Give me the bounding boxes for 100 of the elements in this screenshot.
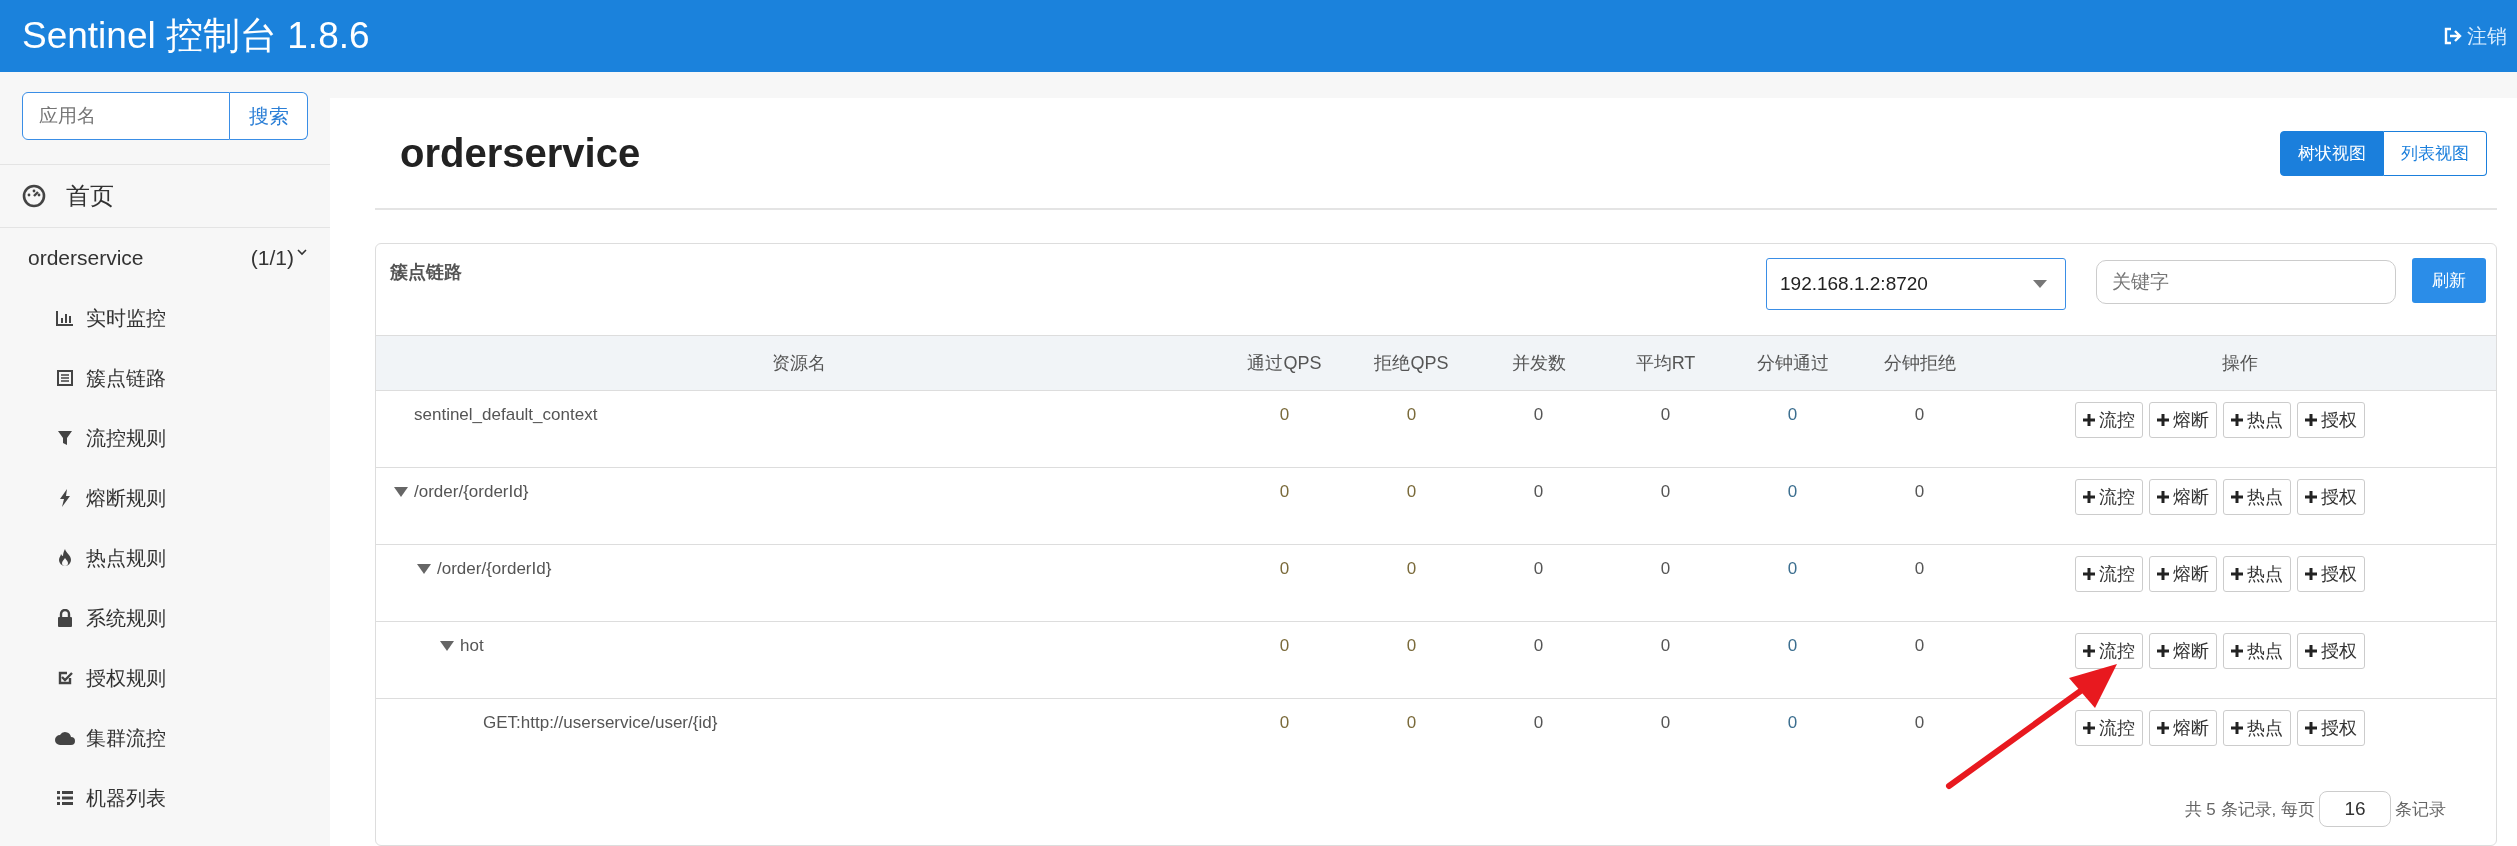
table-cell: 0 [1533,482,1544,501]
lightning-icon [59,489,71,507]
add-rule-button[interactable]: 热点 [2222,556,2291,592]
plus-icon [2082,491,2095,503]
table-cell: 0 [1279,405,1290,424]
add-rule-button[interactable]: 流控 [2074,633,2143,669]
table-cell: 0 [1406,713,1417,732]
column-header: 资源名 [376,335,1221,391]
table-cell: 0 [1660,636,1671,655]
sidebar-item[interactable]: 系统规则 [0,588,330,648]
table-cell: 0 [1914,636,1925,655]
plus-icon [2230,568,2243,580]
table-cell: 0 [1406,482,1417,501]
sidebar-item[interactable]: 集群流控 [0,708,330,768]
table-cell: 0 [1787,482,1798,501]
app-title: Sentinel 控制台 1.8.6 [22,14,370,58]
table-cell: 0 [1660,405,1671,424]
table-cell: 0 [1533,636,1544,655]
add-rule-button[interactable]: 热点 [2222,633,2291,669]
table-cell: 0 [1279,636,1290,655]
add-rule-button[interactable]: 流控 [2074,556,2143,592]
sidebar-item[interactable]: 机器列表 [0,768,330,828]
page-size-field[interactable]: 16 [2319,791,2391,827]
plus-icon [2156,645,2169,657]
checkbox-icon [57,670,73,686]
column-header: 操作 [1983,335,2496,391]
plus-icon [2156,568,2169,580]
table-cell: 0 [1279,559,1290,578]
tree-toggle-icon[interactable] [394,487,408,497]
keyword-field[interactable]: 关键字 [2096,260,2396,304]
list-icon [57,790,73,806]
column-header: 拒绝QPS [1348,335,1475,391]
machine-select[interactable]: 192.168.1.2:8720 [1766,258,2066,310]
column-header: 分钟拒绝 [1856,335,1983,391]
add-rule-button[interactable]: 授权 [2296,479,2365,515]
table-cell: 0 [1787,713,1798,732]
app-menu-item[interactable]: orderservice (1/1) [0,228,330,288]
table-cell: 0 [1660,482,1671,501]
table-cell: 0 [1406,636,1417,655]
table-cell: 0 [1406,559,1417,578]
add-rule-button[interactable]: 流控 [2074,479,2143,515]
add-rule-button[interactable]: 热点 [2222,402,2291,438]
table-cell: 0 [1533,559,1544,578]
view-toggle-button[interactable]: 列表视图 [2384,130,2487,176]
view-toggle-button[interactable]: 树状视图 [2280,130,2384,176]
column-header: 通过QPS [1221,335,1348,391]
plus-icon [2082,568,2095,580]
resource-name: /order/{orderId} [437,559,552,579]
table-cell: 0 [1787,405,1798,424]
add-rule-button[interactable]: 熔断 [2148,710,2217,746]
dashboard-icon [22,184,46,208]
resource-name: hot [460,636,484,656]
add-rule-button[interactable]: 热点 [2222,479,2291,515]
table-cell: 0 [1914,559,1925,578]
add-rule-button[interactable]: 授权 [2296,556,2365,592]
add-rule-button[interactable]: 热点 [2222,710,2291,746]
plus-icon [2156,722,2169,734]
resource-name: GET:http://userservice/user/{id} [483,713,718,733]
search-button[interactable]: 搜索 [230,92,308,140]
table-cell: 0 [1787,636,1798,655]
column-header: 分钟通过 [1729,335,1856,391]
bar-chart-icon [56,310,74,326]
plus-icon [2230,491,2243,503]
add-rule-button[interactable]: 授权 [2296,710,2365,746]
table-cell: 0 [1787,559,1798,578]
filter-icon [57,430,73,446]
table-cell: 0 [1914,405,1925,424]
add-rule-button[interactable]: 授权 [2296,402,2365,438]
table-cell: 0 [1914,713,1925,732]
flame-icon [57,549,73,567]
add-rule-button[interactable]: 授权 [2296,633,2365,669]
plus-icon [2304,491,2317,503]
tree-toggle-icon[interactable] [417,564,431,574]
sidebar-item[interactable]: 簇点链路 [0,348,330,408]
app-search-field[interactable]: 应用名 [22,92,230,140]
sidebar-item[interactable]: 热点规则 [0,528,330,588]
sidebar-item[interactable]: 实时监控 [0,288,330,348]
sidebar-item[interactable]: 授权规则 [0,648,330,708]
add-rule-button[interactable]: 熔断 [2148,633,2217,669]
resource-name: /order/{orderId} [414,482,529,502]
tree-toggle-icon[interactable] [440,641,454,651]
table-cell: 0 [1660,559,1671,578]
lock-icon [57,609,73,627]
plus-icon [2082,645,2095,657]
column-header: 并发数 [1475,335,1602,391]
add-rule-button[interactable]: 流控 [2074,710,2143,746]
plus-icon [2230,722,2243,734]
sidebar-item[interactable]: 流控规则 [0,408,330,468]
sidebar-item[interactable]: 熔断规则 [0,468,330,528]
add-rule-button[interactable]: 熔断 [2148,402,2217,438]
table-cell: 0 [1406,405,1417,424]
add-rule-button[interactable]: 熔断 [2148,556,2217,592]
logout-icon [2443,26,2463,46]
resource-name: sentinel_default_context [414,405,598,425]
add-rule-button[interactable]: 熔断 [2148,479,2217,515]
page-title: orderservice [400,130,641,176]
record-unit: 条记录 [2395,798,2446,821]
column-header: 平均RT [1602,335,1729,391]
add-rule-button[interactable]: 流控 [2074,402,2143,438]
plus-icon [2304,645,2317,657]
